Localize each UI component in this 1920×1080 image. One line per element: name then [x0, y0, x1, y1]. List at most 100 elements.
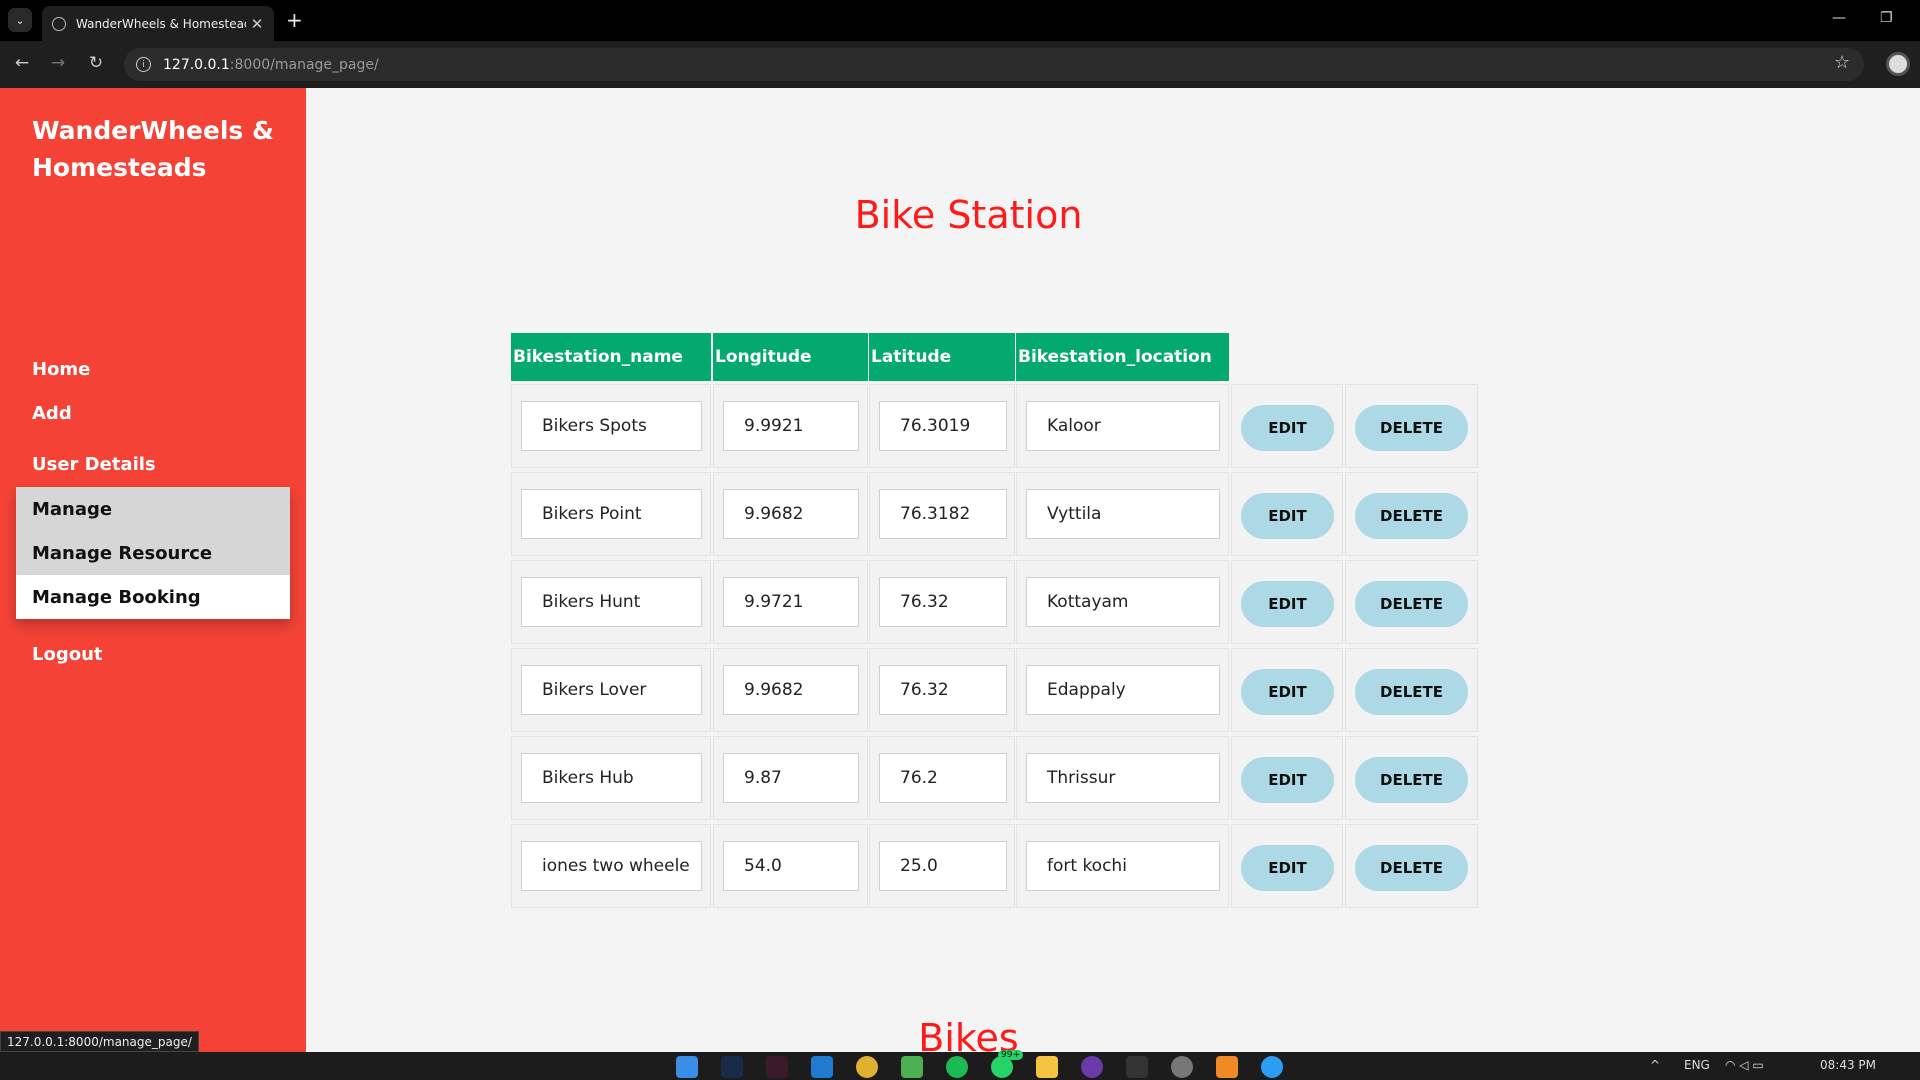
delete-button[interactable]: DELETE — [1355, 405, 1468, 451]
table-cell: Bikers Lover — [511, 648, 711, 732]
name-field[interactable]: Bikers Spots — [521, 401, 702, 451]
name-field[interactable]: Bikers Point — [521, 489, 702, 539]
delete-button[interactable]: DELETE — [1355, 493, 1468, 539]
reload-icon[interactable]: ↻ — [84, 53, 108, 73]
edit-button[interactable]: EDIT — [1241, 669, 1334, 715]
latitude-field[interactable]: 76.3019 — [879, 401, 1007, 451]
location-field[interactable]: Vyttila — [1026, 489, 1220, 539]
longitude-field[interactable]: 9.9721 — [723, 577, 859, 627]
column-header-location: Bikestation_location — [1016, 333, 1229, 381]
longitude-field[interactable]: 54.0 — [723, 841, 859, 891]
latitude-field[interactable]: 25.0 — [879, 841, 1007, 891]
table-cell: 54.0 — [713, 824, 868, 908]
table-cell: fort kochi — [1016, 824, 1229, 908]
table-cell: Kottayam — [1016, 560, 1229, 644]
name-field[interactable]: Bikers Hub — [521, 753, 702, 803]
sidebar-item-add[interactable]: Add — [32, 403, 72, 424]
location-field[interactable]: Edappaly — [1026, 665, 1220, 715]
status-url-tooltip: 127.0.0.1:8000/manage_page/ — [0, 1031, 199, 1052]
site-info-icon[interactable]: i — [136, 57, 151, 72]
clock[interactable]: 08:43 PM — [1820, 1058, 1876, 1072]
back-icon[interactable]: ← — [10, 53, 34, 73]
delete-button[interactable]: DELETE — [1355, 757, 1468, 803]
table-cell: Kaloor — [1016, 384, 1229, 468]
url-path: :8000/manage_page/ — [229, 56, 379, 73]
os-taskbar: 99+ ^ ENG ◠ ◁ ▭ 08:43 PM — [0, 1050, 1920, 1080]
app-icon[interactable] — [766, 1056, 788, 1078]
profile-avatar[interactable] — [1886, 52, 1910, 76]
table-cell: 76.3019 — [869, 384, 1015, 468]
column-header-longitude: Longitude — [713, 333, 868, 381]
table-cell: EDIT — [1231, 472, 1343, 556]
delete-button[interactable]: DELETE — [1355, 581, 1468, 627]
bookmark-star-icon[interactable]: ☆ — [1834, 52, 1850, 73]
edge-icon[interactable] — [1261, 1056, 1283, 1078]
table-cell: DELETE — [1345, 648, 1478, 732]
longitude-field[interactable]: 9.9682 — [723, 665, 859, 715]
vscode-icon[interactable] — [811, 1056, 833, 1078]
location-field[interactable]: fort kochi — [1026, 841, 1220, 891]
table-cell: EDIT — [1231, 648, 1343, 732]
browser-toolbar: ← → ↻ i 127.0.0.1 :8000/manage_page/ ☆ — [0, 41, 1920, 88]
wifi-volume-battery-icon[interactable]: ◠ ◁ ▭ — [1725, 1058, 1764, 1072]
table-cell: Thrissur — [1016, 736, 1229, 820]
latitude-field[interactable]: 76.32 — [879, 577, 1007, 627]
app-icon[interactable] — [1081, 1056, 1103, 1078]
delete-button[interactable]: DELETE — [1355, 845, 1468, 891]
new-tab-button[interactable]: + — [286, 8, 303, 32]
edit-button[interactable]: EDIT — [1241, 581, 1334, 627]
windows-start-icon[interactable] — [676, 1056, 698, 1078]
sidebar-item-manage[interactable]: Manage — [16, 487, 290, 531]
spotify-icon[interactable] — [946, 1056, 968, 1078]
forward-icon[interactable]: → — [46, 53, 70, 73]
delete-button[interactable]: DELETE — [1355, 669, 1468, 715]
latitude-field[interactable]: 76.32 — [879, 665, 1007, 715]
minimize-icon[interactable]: — — [1832, 10, 1846, 26]
url-host: 127.0.0.1 — [163, 56, 230, 73]
edit-button[interactable]: EDIT — [1241, 405, 1334, 451]
sidebar-item-logout[interactable]: Logout — [32, 644, 103, 665]
restore-icon[interactable]: ❐ — [1880, 10, 1893, 26]
edit-button[interactable]: EDIT — [1241, 845, 1334, 891]
table-cell: DELETE — [1345, 384, 1478, 468]
lightroom-icon[interactable] — [721, 1056, 743, 1078]
table-cell: 9.9921 — [713, 384, 868, 468]
table-cell: EDIT — [1231, 736, 1343, 820]
vlc-icon[interactable] — [1216, 1056, 1238, 1078]
tab-search-icon[interactable]: ⌄ — [8, 8, 32, 32]
language-indicator[interactable]: ENG — [1684, 1058, 1710, 1072]
table-cell: 25.0 — [869, 824, 1015, 908]
app-icon[interactable] — [901, 1056, 923, 1078]
location-field[interactable]: Kaloor — [1026, 401, 1220, 451]
table-cell: DELETE — [1345, 560, 1478, 644]
edit-button[interactable]: EDIT — [1241, 493, 1334, 539]
chevron-up-icon[interactable]: ^ — [1650, 1058, 1660, 1072]
table-cell: Bikers Point — [511, 472, 711, 556]
sidebar-item-home[interactable]: Home — [32, 359, 90, 380]
longitude-field[interactable]: 9.87 — [723, 753, 859, 803]
longitude-field[interactable]: 9.9682 — [723, 489, 859, 539]
location-field[interactable]: Kottayam — [1026, 577, 1220, 627]
name-field[interactable]: iones two wheele — [521, 841, 702, 891]
browser-tab[interactable]: WanderWheels & Homesteads ✕ — [42, 6, 274, 41]
folder-icon[interactable] — [1036, 1056, 1058, 1078]
chrome-icon[interactable] — [856, 1056, 878, 1078]
longitude-field[interactable]: 9.9921 — [723, 401, 859, 451]
name-field[interactable]: Bikers Lover — [521, 665, 702, 715]
tab-close-icon[interactable]: ✕ — [246, 15, 268, 33]
menu-item-manage-booking[interactable]: Manage Booking — [16, 575, 290, 619]
latitude-field[interactable]: 76.2 — [879, 753, 1007, 803]
address-bar[interactable]: i 127.0.0.1 :8000/manage_page/ — [124, 48, 1864, 81]
browser-tab-bar: ⌄ WanderWheels & Homesteads ✕ + — ❐ — [0, 0, 1920, 41]
sidebar-item-user-details[interactable]: User Details — [32, 454, 156, 475]
location-field[interactable]: Thrissur — [1026, 753, 1220, 803]
settings-gear-icon[interactable] — [1171, 1056, 1193, 1078]
edit-button[interactable]: EDIT — [1241, 757, 1334, 803]
name-field[interactable]: Bikers Hunt — [521, 577, 702, 627]
manage-dropdown: Manage Manage Resource Manage Booking — [16, 487, 290, 619]
terminal-icon[interactable] — [1126, 1056, 1148, 1078]
latitude-field[interactable]: 76.3182 — [879, 489, 1007, 539]
table-cell: iones two wheele — [511, 824, 711, 908]
menu-item-manage-resource[interactable]: Manage Resource — [16, 531, 290, 575]
table-cell: 76.32 — [869, 648, 1015, 732]
